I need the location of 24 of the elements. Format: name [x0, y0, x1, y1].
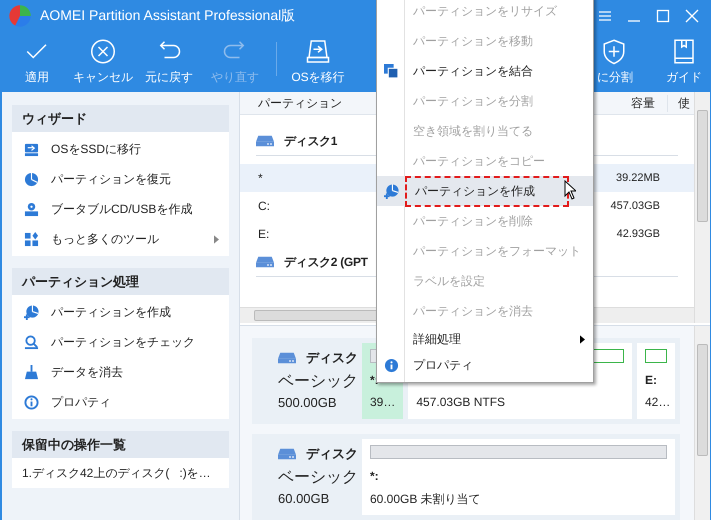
table-cell-text: C:	[257, 199, 271, 213]
disk-size: 60.00GB	[278, 491, 330, 506]
window-title: AOMEI Partition Assistant Professional版	[40, 7, 296, 25]
table-cell-text: E:	[257, 227, 270, 241]
partition-info: 39…	[370, 395, 396, 409]
disk-type: ベーシック	[278, 372, 359, 392]
partition-info: 60.00GB 未割り当て	[370, 491, 482, 508]
section-header: ウィザード	[12, 105, 229, 132]
section-header: 保留中の操作一覧	[12, 431, 229, 458]
table-cell-text: 42.93GB	[616, 228, 660, 240]
partition-label: E:	[645, 373, 658, 389]
partition-info: 42…	[645, 395, 667, 409]
disk-name: ディスク	[306, 445, 358, 463]
partition-info: 457.03GB NTFS	[416, 395, 506, 409]
disk-type: ベーシック	[278, 468, 359, 488]
table-cell-text: *	[257, 171, 264, 185]
partition-label: *:	[370, 469, 380, 485]
disk-name: ディスク2 (GPT	[284, 254, 368, 270]
section-header: パーティション処理	[12, 268, 229, 295]
table-cell-text: 39.22MB	[614, 172, 660, 184]
table-cell-text: 457.03GB	[609, 200, 660, 212]
disk-size: 500.00GB	[278, 395, 338, 410]
disk-name: ディスク1	[284, 132, 338, 150]
disk-name: ディスク	[306, 349, 358, 367]
